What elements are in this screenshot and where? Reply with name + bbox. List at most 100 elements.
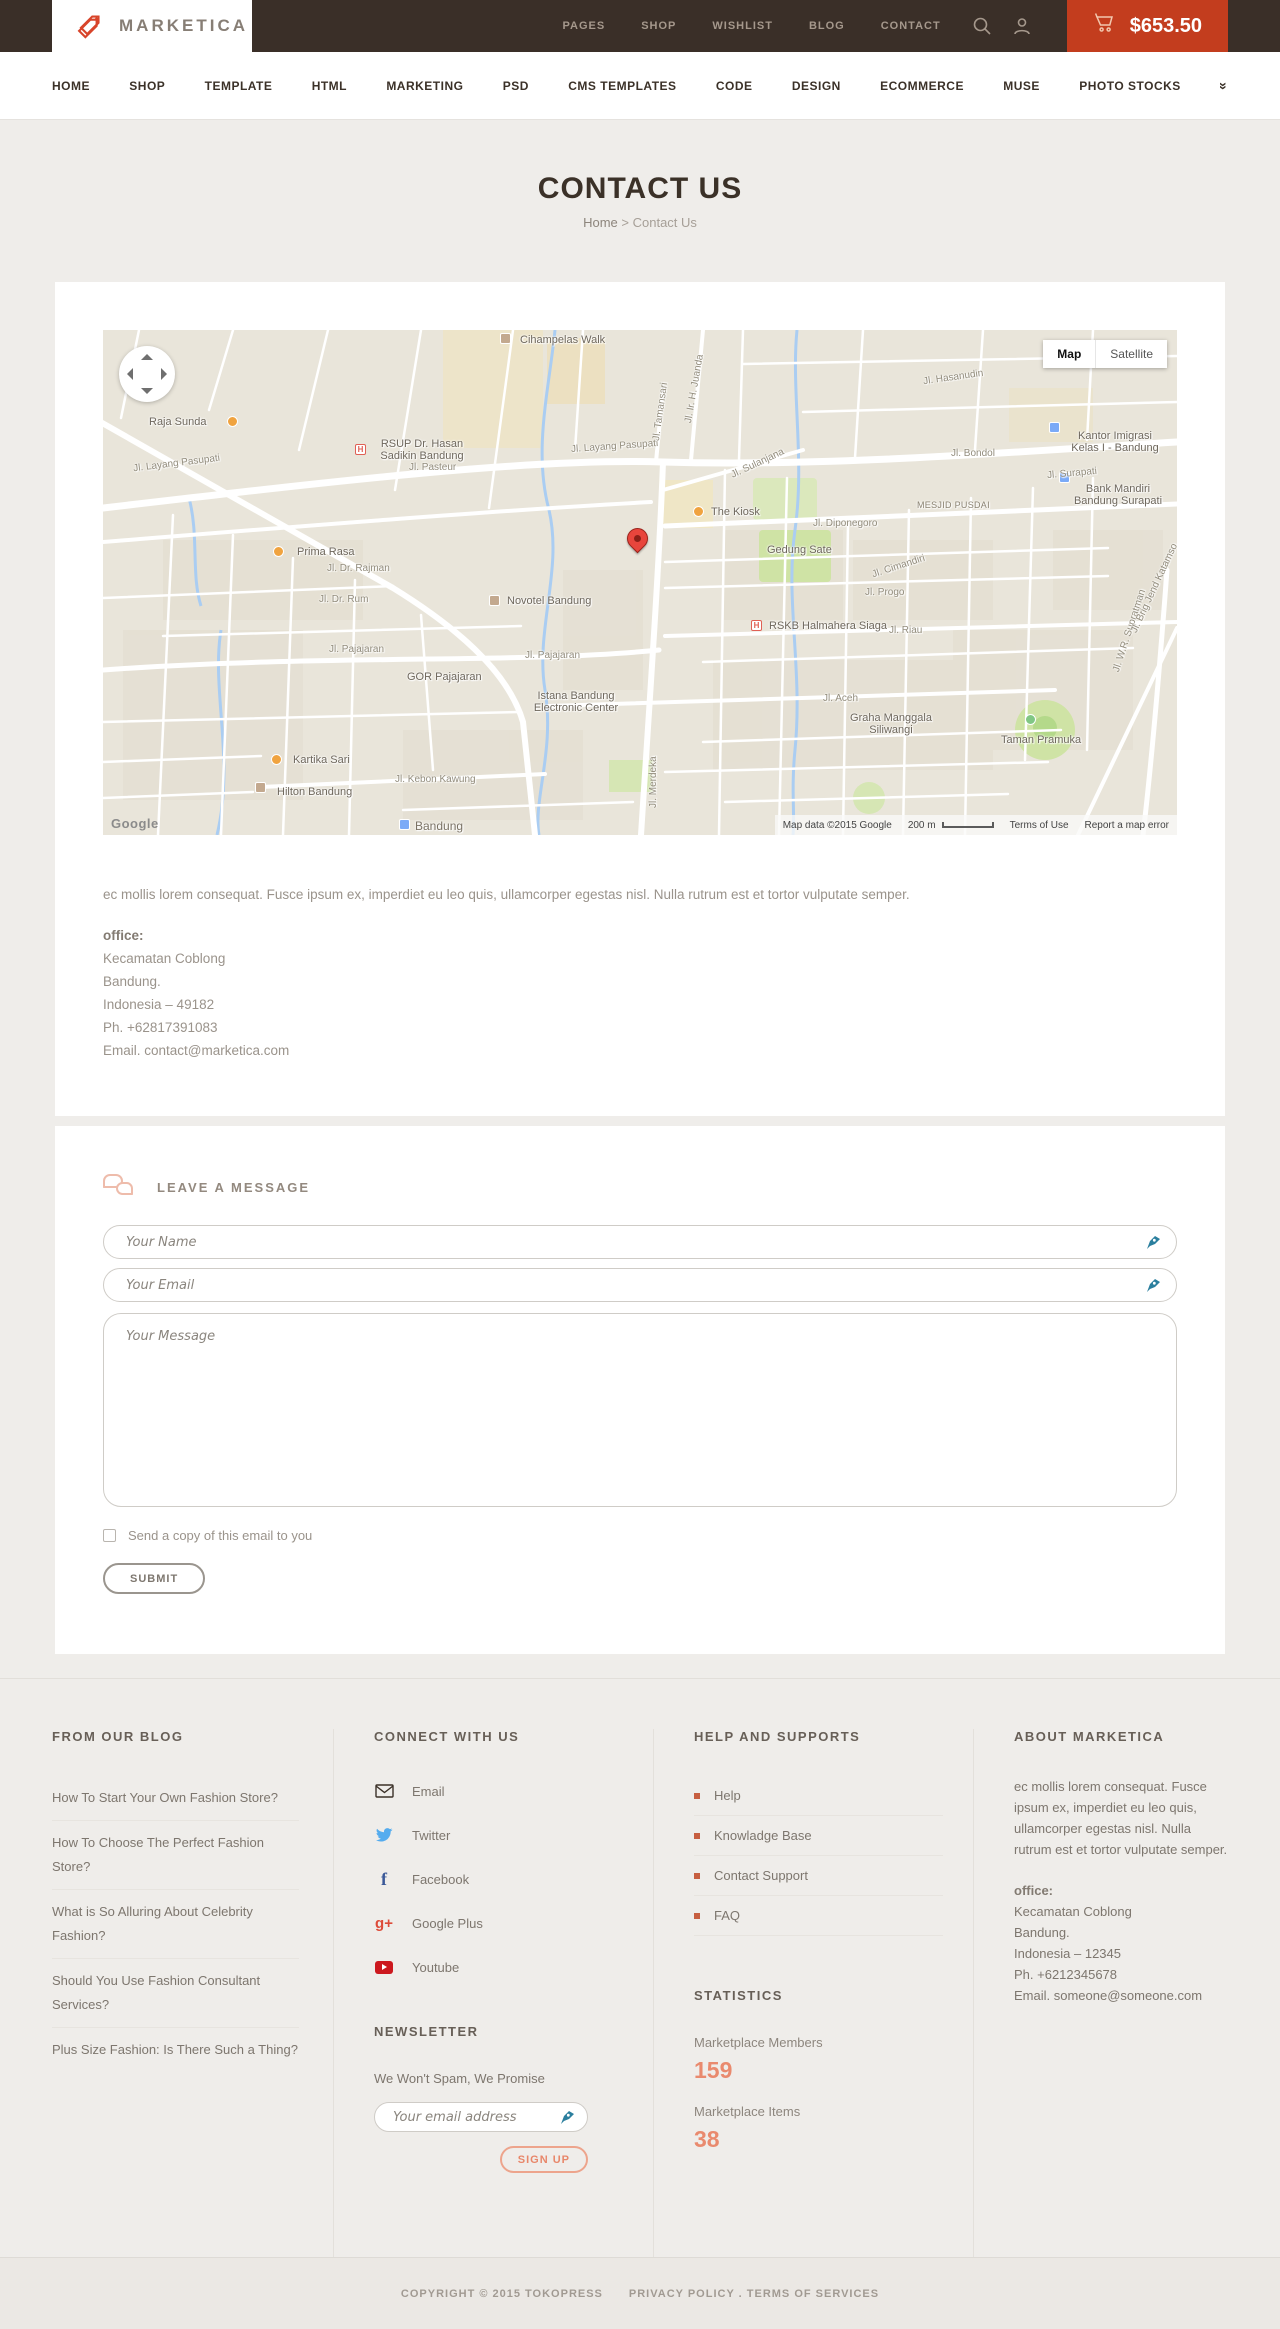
- map-data-credit: Map data ©2015 Google: [782, 819, 892, 831]
- restaurant-poi-icon: [227, 416, 238, 427]
- map-type-satellite-button[interactable]: Satellite: [1095, 340, 1167, 368]
- catnav-item[interactable]: CMS TEMPLATES: [568, 79, 676, 93]
- submit-button[interactable]: SUBMIT: [103, 1563, 206, 1594]
- topnav-item-wishlist[interactable]: WISHLIST: [712, 20, 773, 32]
- office-line: Ph. +6212345678: [1014, 1967, 1118, 1982]
- statistics-section: STATISTICS Marketplace Members 159 Marke…: [694, 1988, 943, 2153]
- bullet-icon: [694, 1872, 700, 1879]
- pan-left-icon[interactable]: [127, 368, 133, 380]
- newsletter-email-input[interactable]: [374, 2102, 588, 2132]
- page-header: CONTACT US Home > Contact Us: [0, 120, 1280, 230]
- topnav-item-pages[interactable]: PAGES: [563, 20, 606, 32]
- googleplus-icon: g+: [375, 1914, 393, 1932]
- about-office-block: office: Kecamatan Coblong Bandung. Indon…: [1014, 1880, 1228, 2006]
- pan-right-icon[interactable]: [161, 368, 167, 380]
- hotel-poi-icon: [500, 333, 511, 344]
- social-link-email[interactable]: Email: [374, 1776, 623, 1806]
- copyright-bar: COPYRIGHT © 2015 TOKOPRESS PRIVACY POLIC…: [0, 2257, 1280, 2329]
- signup-button[interactable]: SIGN UP: [499, 2146, 588, 2173]
- footer-blog-column: FROM OUR BLOG How To Start Your Own Fash…: [52, 1729, 333, 2257]
- terms-of-use-link[interactable]: Terms of Use: [1010, 820, 1069, 831]
- topnav-item-contact[interactable]: CONTACT: [881, 20, 941, 32]
- social-link-twitter[interactable]: Twitter: [374, 1820, 623, 1850]
- search-icon[interactable]: [971, 15, 993, 37]
- catnav-item[interactable]: PHOTO STOCKS: [1079, 79, 1181, 93]
- map-label: RSKB Halmahera Siaga: [769, 620, 888, 632]
- catnav-item[interactable]: DESIGN: [792, 79, 841, 93]
- social-link-googleplus[interactable]: g+ Google Plus: [374, 1908, 623, 1938]
- map-label: Jl. Bondol: [951, 448, 995, 459]
- pan-up-icon[interactable]: [141, 354, 153, 360]
- facebook-icon: f: [381, 1868, 387, 1889]
- footer-blog-link[interactable]: How To Start Your Own Fashion Store?: [52, 1776, 299, 1820]
- footer-help-column: HELP AND SUPPORTS Help Knowladge Base Co…: [653, 1729, 973, 2257]
- stat-items-label: Marketplace Items: [694, 2104, 801, 2119]
- cart-button[interactable]: $653.50: [1066, 0, 1228, 52]
- map-label: Kantor Imigrasi Kelas I - Bandung: [1071, 430, 1159, 454]
- map-label: Jl. Pajajaran: [525, 650, 581, 661]
- office-line: Kecamatan Coblong: [1014, 1904, 1132, 1919]
- map-label: Bandung: [415, 819, 464, 833]
- google-map[interactable]: Cihampelas Walk Jl. Hasanudin Raja Sunda…: [103, 330, 1177, 835]
- restaurant-poi-icon: [693, 506, 704, 517]
- map-label: Kartika Sari: [293, 754, 350, 766]
- office-line: Email. someone@someone.com: [1014, 1988, 1203, 2003]
- catnav-item[interactable]: TEMPLATE: [205, 79, 273, 93]
- send-copy-label: Send a copy of this email to you: [128, 1528, 313, 1543]
- map-label: Jl. Diponegoro: [813, 518, 878, 529]
- footer-blog-link[interactable]: Should You Use Fashion Consultant Servic…: [52, 1958, 299, 2027]
- map-label: Bank Mandiri Bandung Surapati: [1073, 483, 1163, 507]
- help-link-knowledgebase[interactable]: Knowladge Base: [694, 1816, 943, 1856]
- catnav-item[interactable]: PSD: [503, 79, 529, 93]
- help-link-faq[interactable]: FAQ: [694, 1896, 943, 1936]
- park-poi-icon: [1025, 714, 1036, 725]
- bullet-icon: [694, 1832, 700, 1839]
- legal-links[interactable]: PRIVACY POLICY . TERMS OF SERVICES: [629, 2288, 879, 2300]
- catnav-item[interactable]: ECOMMERCE: [880, 79, 964, 93]
- footer-connect-heading: CONNECT WITH US: [374, 1729, 520, 1744]
- catnav-item[interactable]: MUSE: [1003, 79, 1040, 93]
- map-label: Raja Sunda: [149, 416, 207, 428]
- pan-down-icon[interactable]: [141, 388, 153, 394]
- chevron-down-icon[interactable]: »: [1216, 82, 1232, 90]
- topnav-item-shop[interactable]: SHOP: [641, 20, 676, 32]
- office-line: Bandung.: [1014, 1925, 1070, 1940]
- map-pan-control[interactable]: [119, 346, 175, 402]
- breadcrumb-home-link[interactable]: Home: [583, 215, 618, 230]
- email-input[interactable]: [103, 1268, 1177, 1302]
- bullet-icon: [694, 1792, 700, 1799]
- help-link-help[interactable]: Help: [694, 1776, 943, 1816]
- map-label: Jl. Riau: [889, 625, 923, 636]
- message-textarea[interactable]: [103, 1313, 1177, 1507]
- send-copy-checkbox[interactable]: [103, 1529, 116, 1542]
- bank-poi-icon: [1049, 422, 1060, 433]
- footer-blog-link[interactable]: Plus Size Fashion: Is There Such a Thing…: [52, 2027, 299, 2072]
- map-type-map-button[interactable]: Map: [1043, 340, 1096, 368]
- footer-blog-link[interactable]: How To Choose The Perfect Fashion Store?: [52, 1820, 299, 1889]
- catnav-item[interactable]: HTML: [312, 79, 347, 93]
- name-input[interactable]: [103, 1225, 1177, 1259]
- map-type-control: Map Satellite: [1043, 340, 1167, 368]
- google-logo: Google: [111, 816, 159, 831]
- catnav-item[interactable]: CODE: [716, 79, 753, 93]
- help-link-contact-support[interactable]: Contact Support: [694, 1856, 943, 1896]
- pen-icon: [560, 2109, 576, 2125]
- catnav-item[interactable]: MARKETING: [386, 79, 463, 93]
- map-label: Jl. Dr. Rum: [319, 594, 369, 605]
- user-icon[interactable]: [1011, 15, 1033, 37]
- bullet-icon: [694, 1912, 700, 1919]
- social-link-facebook[interactable]: f Facebook: [374, 1864, 623, 1894]
- hospital-poi-icon: [751, 620, 762, 631]
- footer-blog-link[interactable]: What is So Alluring About Celebrity Fash…: [52, 1889, 299, 1958]
- office-line: Email. contact@marketica.com: [103, 1043, 290, 1058]
- page-title: CONTACT US: [537, 172, 743, 205]
- catnav-item[interactable]: HOME: [52, 79, 90, 93]
- map-label: Novotel Bandung: [507, 595, 592, 607]
- map-label: GOR Pajajaran: [407, 671, 482, 683]
- topnav-item-blog[interactable]: BLOG: [809, 20, 845, 32]
- brand-logo[interactable]: MARKETICA: [52, 0, 252, 52]
- social-link-youtube[interactable]: Youtube: [374, 1952, 623, 1982]
- about-text: ec mollis lorem consequat. Fusce ipsum e…: [1014, 1779, 1228, 1857]
- catnav-item[interactable]: SHOP: [129, 79, 165, 93]
- report-map-error-link[interactable]: Report a map error: [1085, 820, 1169, 831]
